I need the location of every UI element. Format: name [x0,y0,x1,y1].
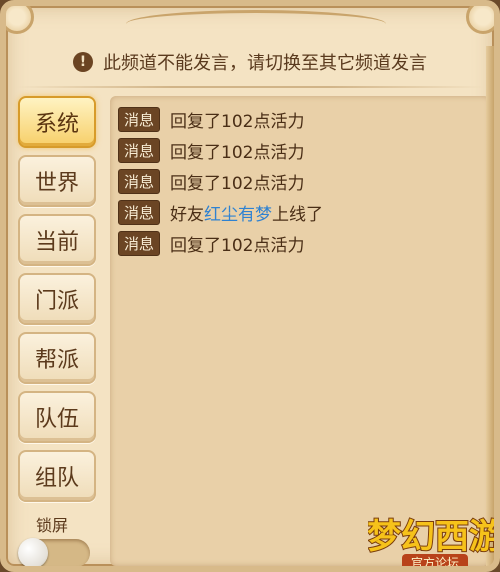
top-ornament [126,10,386,24]
list-item: 消息 回复了102点活力 [118,104,482,135]
lock-screen-toggle[interactable] [18,538,90,566]
tab-guild[interactable]: 帮派 [18,332,96,384]
message-text: 回复了102点活力 [170,112,305,132]
corner-ornament [466,6,494,34]
chat-window: ! 此频道不能发言，请切换至其它频道发言 系统 世界 当前 门派 帮派 队伍 组… [0,0,500,572]
message-list: 消息 回复了102点活力 消息 回复了102点活力 消息 回复了102点活力 消… [110,96,490,566]
svg-text:官方论坛: 官方论坛 [411,555,459,570]
message-prefix: 好友 [170,205,205,225]
divider [16,86,484,88]
message-tag: 消息 [118,200,161,225]
channel-sidebar: 系统 世界 当前 门派 帮派 队伍 组队 [18,96,100,509]
message-text: 回复了102点活力 [170,143,305,163]
message-tag: 消息 [118,138,161,163]
notice-text: 此频道不能发言，请切换至其它频道发言 [103,53,427,74]
message-suffix: 上线了 [272,205,324,225]
message-tag: 消息 [118,231,161,256]
tab-sect[interactable]: 门派 [18,273,96,325]
tab-world[interactable]: 世界 [18,155,96,207]
list-item: 消息 回复了102点活力 [118,228,482,259]
friend-name-link[interactable]: 红尘有梦 [204,200,272,225]
svg-text:梦幻西游: 梦幻西游 [368,517,500,557]
toggle-knob[interactable] [18,538,48,566]
lock-screen-label: 锁屏 [36,516,69,535]
tab-system[interactable]: 系统 [18,96,96,148]
list-item: 消息 好友 红尘有梦 上线了 [118,197,482,228]
game-logo: 梦幻西游 官方论坛 [368,516,500,570]
tab-party[interactable]: 组队 [18,450,96,502]
corner-ornament [6,6,34,34]
message-tag: 消息 [118,169,161,194]
list-item: 消息 回复了102点活力 [118,135,482,166]
exclamation-icon: ! [73,52,93,72]
channel-notice: ! 此频道不能发言，请切换至其它频道发言 [6,44,494,80]
message-tag: 消息 [118,107,161,132]
message-text: 回复了102点活力 [170,174,305,194]
list-item: 消息 回复了102点活力 [118,166,482,197]
tab-current[interactable]: 当前 [18,214,96,266]
scrollbar[interactable] [486,46,494,566]
tab-team[interactable]: 队伍 [18,391,96,443]
message-text: 回复了102点活力 [170,236,305,256]
